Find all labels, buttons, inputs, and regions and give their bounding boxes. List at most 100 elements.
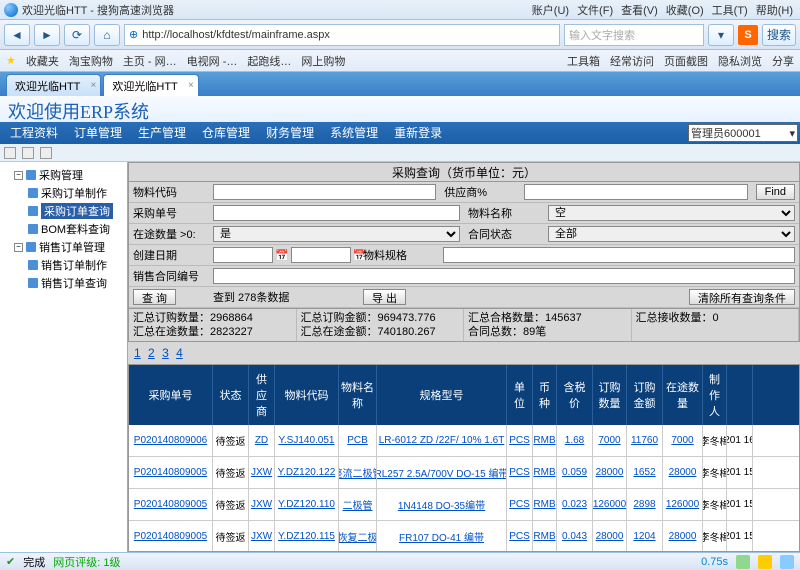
find-button[interactable]: Find bbox=[756, 184, 795, 200]
status-icon[interactable] bbox=[780, 555, 794, 569]
private-link[interactable]: 隐私浏览 bbox=[718, 53, 762, 69]
tree-node-sales[interactable]: −销售订单管理 bbox=[2, 238, 125, 256]
search-button[interactable]: 搜索 bbox=[762, 24, 796, 46]
menu-engineering[interactable]: 工程资料 bbox=[2, 122, 66, 144]
tree-node-purchase[interactable]: −采购管理 bbox=[2, 166, 125, 184]
menu-orders[interactable]: 订单管理 bbox=[66, 122, 130, 144]
table-row[interactable]: P020140809006待签返ZDY.SJ140.051PCBLR-6012 … bbox=[129, 425, 799, 457]
menu-account[interactable]: 账户(U) bbox=[529, 2, 572, 18]
page-link[interactable]: 3 bbox=[162, 346, 169, 360]
frequent-link[interactable]: 经常访问 bbox=[610, 53, 654, 69]
cell-code[interactable]: Y.DZ120.110 bbox=[275, 489, 339, 520]
col-date[interactable] bbox=[727, 365, 753, 425]
browser-tab[interactable]: 欢迎光临HTT× bbox=[103, 74, 198, 96]
col-status[interactable]: 状态 bbox=[213, 365, 249, 425]
col-supplier[interactable]: 供应商 bbox=[249, 365, 275, 425]
col-code[interactable]: 物料代码 bbox=[275, 365, 339, 425]
bookmark-link[interactable]: 淘宝购物 bbox=[69, 53, 113, 69]
cell-supplier[interactable]: JXW bbox=[249, 457, 275, 488]
input-date-from[interactable] bbox=[213, 247, 273, 263]
collapse-icon[interactable]: − bbox=[14, 171, 23, 180]
menu-relogin[interactable]: 重新登录 bbox=[386, 122, 450, 144]
toolkit-link[interactable]: 工具箱 bbox=[567, 53, 600, 69]
menu-finance[interactable]: 财务管理 bbox=[258, 122, 322, 144]
input-material-code[interactable] bbox=[213, 184, 436, 200]
user-selector[interactable]: 管理员600001▾ bbox=[688, 124, 798, 142]
cell-name[interactable]: 整流二极管 bbox=[339, 457, 377, 488]
cell-spec[interactable]: 1N4148 DO-35编带 bbox=[377, 489, 507, 520]
address-bar[interactable]: ⊕ http://localhost/kfdtest/mainframe.asp… bbox=[124, 24, 560, 46]
select-contract-status[interactable]: 全部 bbox=[548, 226, 795, 242]
cell-spec[interactable]: FR107 DO-41 编带 bbox=[377, 521, 507, 552]
cell-name[interactable]: 二极管 bbox=[339, 489, 377, 520]
browser-tab[interactable]: 欢迎光临HTT× bbox=[6, 74, 101, 96]
tree-item-po-query[interactable]: 采购订单查询 bbox=[2, 202, 125, 220]
cell-spec[interactable]: LR-6012 ZD /22F/ 10% 1.6T bbox=[377, 425, 507, 456]
collapse-icon[interactable]: − bbox=[14, 243, 23, 252]
col-transit[interactable]: 在途数量 bbox=[663, 365, 703, 425]
favorites-icon[interactable]: ★ bbox=[6, 54, 16, 67]
col-price[interactable]: 含税价 bbox=[557, 365, 593, 425]
page-link[interactable]: 2 bbox=[148, 346, 155, 360]
menu-file[interactable]: 文件(F) bbox=[574, 2, 616, 18]
tree-item-so-create[interactable]: 销售订单制作 bbox=[2, 256, 125, 274]
cell-po[interactable]: P020140809006 bbox=[129, 425, 213, 456]
forward-button[interactable]: ► bbox=[34, 24, 60, 46]
cell-po[interactable]: P020140809005 bbox=[129, 521, 213, 552]
bookmark-link[interactable]: 网上购物 bbox=[301, 53, 345, 69]
tb-icon[interactable] bbox=[4, 147, 16, 159]
back-button[interactable]: ◄ bbox=[4, 24, 30, 46]
input-sales-contract[interactable] bbox=[213, 268, 795, 284]
page-link[interactable]: 4 bbox=[176, 346, 183, 360]
input-date-to[interactable] bbox=[291, 247, 351, 263]
bookmark-link[interactable]: 主页 - 网… bbox=[123, 53, 177, 69]
select-transit[interactable]: 是 bbox=[213, 226, 460, 242]
tree-item-po-create[interactable]: 采购订单制作 bbox=[2, 184, 125, 202]
search-input[interactable]: 输入文字搜索 bbox=[564, 24, 704, 46]
cell-supplier[interactable]: JXW bbox=[249, 521, 275, 552]
sogou-icon[interactable]: S bbox=[738, 25, 758, 45]
table-row[interactable]: P020140809005待签返JXWY.DZ120.115快恢复二极管FR10… bbox=[129, 521, 799, 552]
cell-code[interactable]: Y.DZ120.115 bbox=[275, 521, 339, 552]
menu-view[interactable]: 查看(V) bbox=[618, 2, 661, 18]
bookmark-link[interactable]: 起跑线… bbox=[247, 53, 291, 69]
col-unit[interactable]: 单位 bbox=[507, 365, 533, 425]
col-amt[interactable]: 订购金额 bbox=[627, 365, 663, 425]
tb-icon[interactable] bbox=[22, 147, 34, 159]
col-cur[interactable]: 币种 bbox=[533, 365, 557, 425]
cell-supplier[interactable]: JXW bbox=[249, 489, 275, 520]
table-row[interactable]: P020140809005待签返JXWY.DZ120.122整流二极管RL257… bbox=[129, 457, 799, 489]
col-qty[interactable]: 订购数量 bbox=[593, 365, 627, 425]
col-po[interactable]: 采购单号 bbox=[129, 365, 213, 425]
cell-spec[interactable]: RL257 2.5A/700V DO-15 编带 bbox=[377, 457, 507, 488]
bookmark-link[interactable]: 电视网 -… bbox=[187, 53, 238, 69]
menu-tools[interactable]: 工具(T) bbox=[709, 2, 751, 18]
menu-warehouse[interactable]: 仓库管理 bbox=[194, 122, 258, 144]
status-icon[interactable] bbox=[736, 555, 750, 569]
select-material-name[interactable]: 空 bbox=[548, 205, 795, 221]
cell-name[interactable]: PCB bbox=[339, 425, 377, 456]
col-name[interactable]: 物料名称 bbox=[339, 365, 377, 425]
menu-favorites[interactable]: 收藏(O) bbox=[663, 2, 707, 18]
tree-item-so-query[interactable]: 销售订单查询 bbox=[2, 274, 125, 292]
cell-name[interactable]: 快恢复二极管 bbox=[339, 521, 377, 552]
input-po-no[interactable] bbox=[213, 205, 460, 221]
favorites-label[interactable]: 收藏夹 bbox=[26, 53, 59, 69]
table-row[interactable]: P020140809005待签返JXWY.DZ120.110二极管1N4148 … bbox=[129, 489, 799, 521]
tb-icon[interactable] bbox=[40, 147, 52, 159]
close-icon[interactable]: × bbox=[188, 80, 194, 91]
menu-system[interactable]: 系统管理 bbox=[322, 122, 386, 144]
cell-po[interactable]: P020140809005 bbox=[129, 489, 213, 520]
cell-code[interactable]: Y.DZ120.122 bbox=[275, 457, 339, 488]
close-icon[interactable]: × bbox=[91, 80, 97, 91]
calendar-icon[interactable]: 📅 bbox=[275, 249, 289, 262]
col-maker[interactable]: 制作人 bbox=[703, 365, 727, 425]
menu-production[interactable]: 生产管理 bbox=[130, 122, 194, 144]
cell-supplier[interactable]: ZD bbox=[249, 425, 275, 456]
input-supplier[interactable] bbox=[524, 184, 747, 200]
reload-button[interactable]: ⟳ bbox=[64, 24, 90, 46]
export-button[interactable]: 导 出 bbox=[363, 289, 406, 305]
page-link[interactable]: 1 bbox=[134, 346, 141, 360]
share-link[interactable]: 分享 bbox=[772, 53, 794, 69]
menu-help[interactable]: 帮助(H) bbox=[753, 2, 796, 18]
